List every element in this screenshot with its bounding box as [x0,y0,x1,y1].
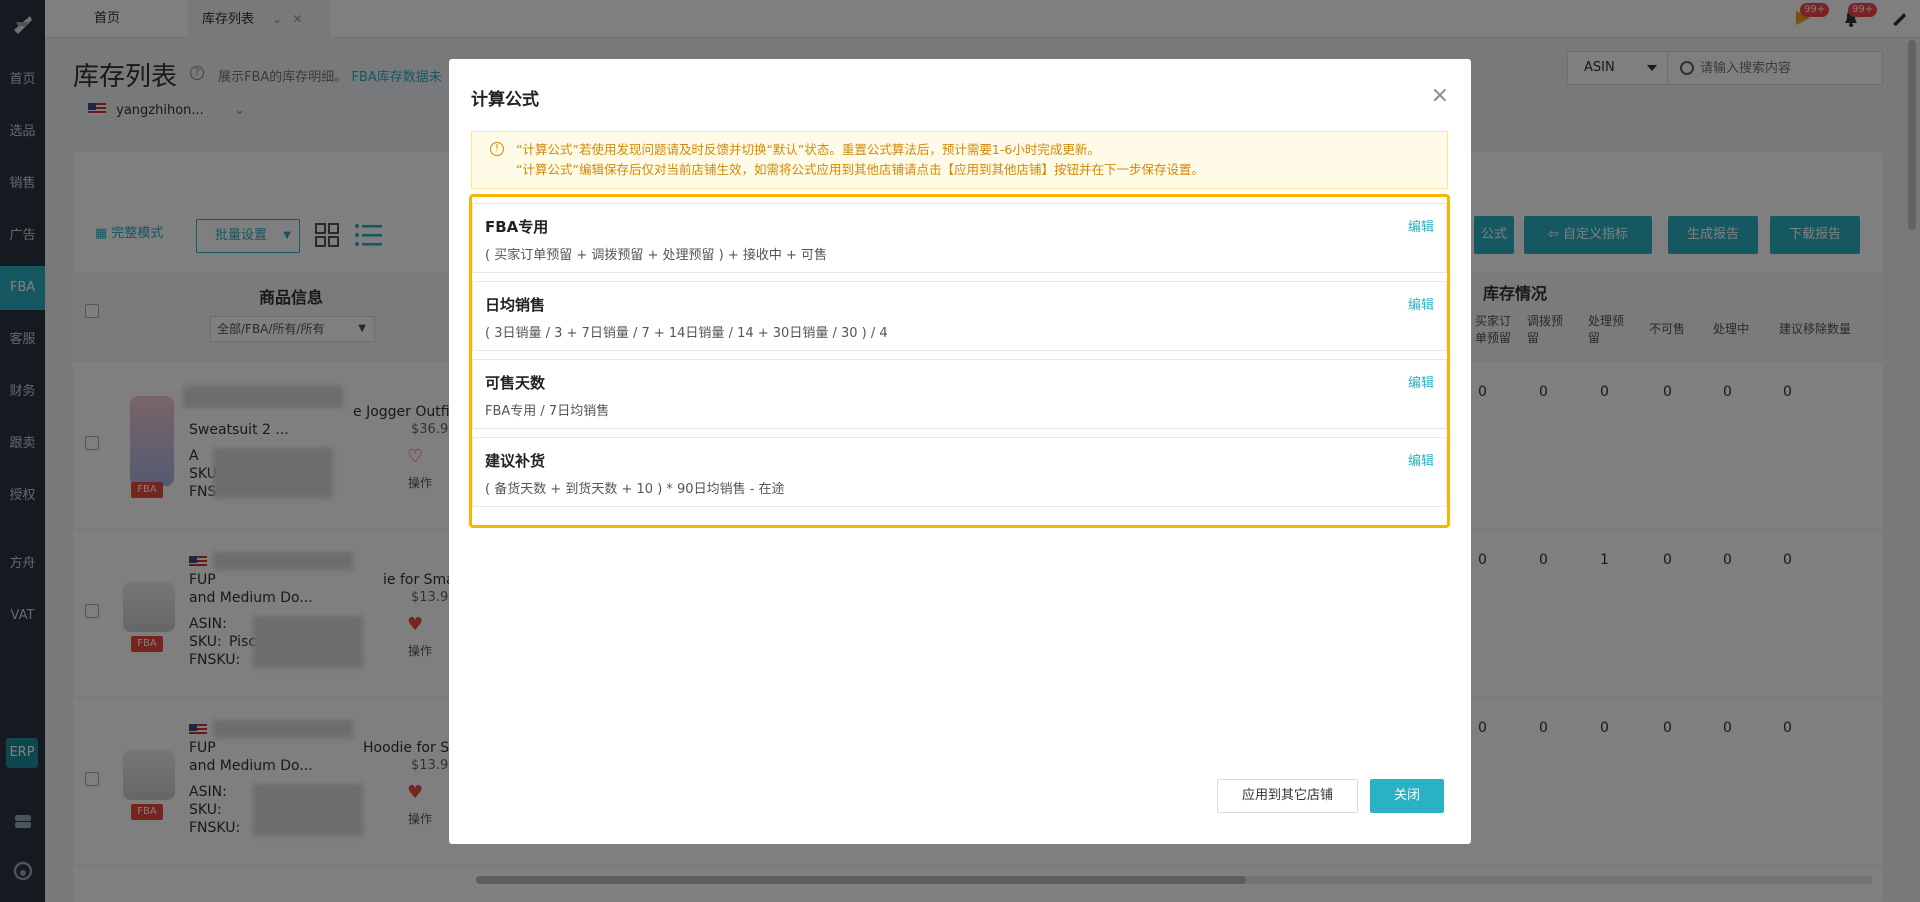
alert-line-2: “计算公式”编辑保存后仅对当前店铺生效，如需将公式应用到其他店铺请点击【应用到其… [516,162,1204,177]
edit-link[interactable]: 编辑 [1408,450,1434,469]
formula-modal: 计算公式 × ! “计算公式”若使用发现问题请及时反馈并切换“默认”状态。重置公… [449,59,1471,844]
formula-expression: ( 3日销量 / 3 + 7日销量 / 7 + 14日销量 / 14 + 30日… [485,326,888,341]
formula-name: 建议补货 [485,452,546,470]
alert-line-1: “计算公式”若使用发现问题请及时反馈并切换“默认”状态。重置公式算法后，预计需要… [516,142,1100,157]
edit-link[interactable]: 编辑 [1408,372,1434,391]
formula-name: FBA专用 [485,218,549,236]
formula-expression: ( 买家订单预留 + 调拨预留 + 处理预留 ) + 接收中 + 可售 [485,248,828,263]
formula-expression: ( 备货天数 + 到货天数 + 10 ) * 90日均销售 - 在途 [485,482,785,497]
edit-link[interactable]: 编辑 [1408,294,1434,313]
formula-item-fba: FBA专用 ( 买家订单预留 + 调拨预留 + 处理预留 ) + 接收中 + 可… [472,203,1447,273]
apply-to-other-stores-button[interactable]: 应用到其它店铺 [1217,779,1358,813]
close-button[interactable]: 关闭 [1370,779,1444,813]
edit-link[interactable]: 编辑 [1408,216,1434,235]
formula-name: 可售天数 [485,374,546,392]
warning-icon: ! [490,142,504,156]
formula-item-restock: 建议补货 ( 备货天数 + 到货天数 + 10 ) * 90日均销售 - 在途 … [472,437,1447,507]
formula-item-sellable-days: 可售天数 FBA专用 / 7日均销售 编辑 [472,359,1447,429]
formula-expression: FBA专用 / 7日均销售 [485,404,610,419]
close-icon[interactable]: × [1431,83,1449,108]
formula-name: 日均销售 [485,296,546,314]
formula-item-daily-sales: 日均销售 ( 3日销量 / 3 + 7日销量 / 7 + 14日销量 / 14 … [472,281,1447,351]
modal-title: 计算公式 [471,90,539,110]
warning-alert: ! “计算公式”若使用发现问题请及时反馈并切换“默认”状态。重置公式算法后，预计… [471,131,1448,189]
